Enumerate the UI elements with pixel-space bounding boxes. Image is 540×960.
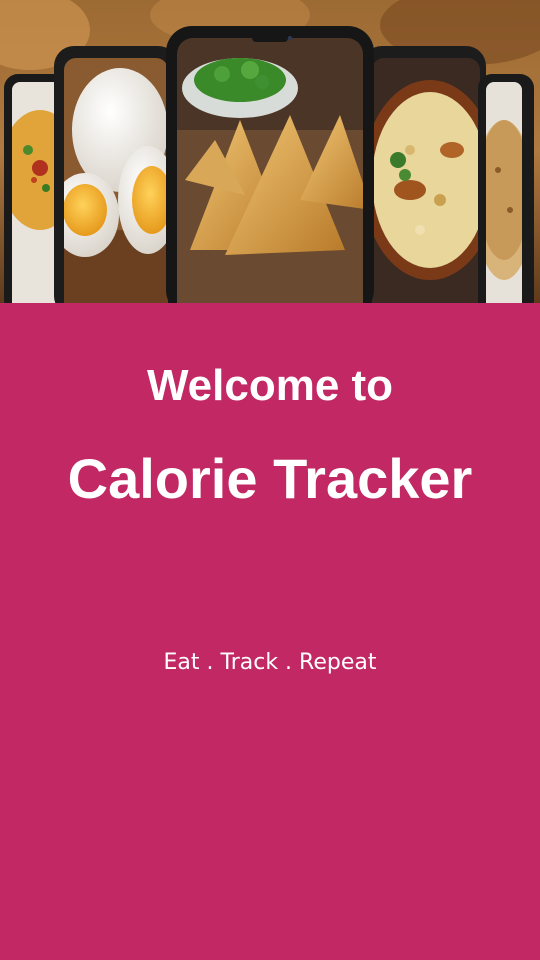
tagline: Eat . Track . Repeat	[163, 650, 377, 675]
welcome-section: Welcome to Calorie Tracker Eat . Track .…	[0, 0, 540, 960]
app-title: Calorie Tracker	[67, 447, 473, 510]
welcome-heading: Welcome to	[146, 361, 394, 410]
